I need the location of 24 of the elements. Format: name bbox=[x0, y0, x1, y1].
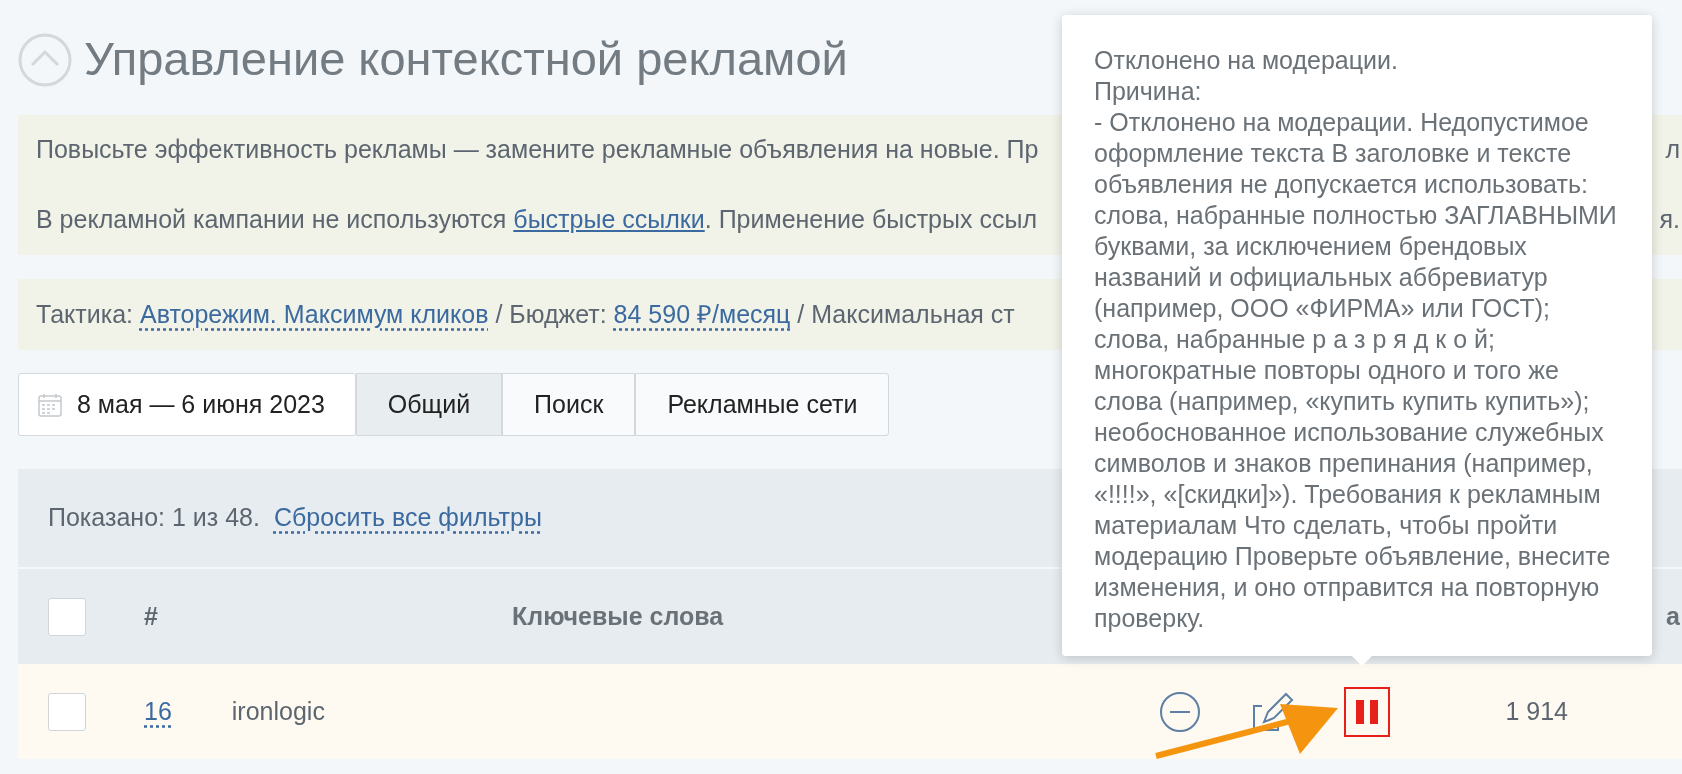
segment-tab[interactable]: Рекламные сети bbox=[635, 373, 890, 436]
link[interactable]: 84 590 ₽/месяц bbox=[613, 299, 791, 328]
value-cell-text: 1 914 bbox=[1505, 695, 1568, 727]
notice-text: я. bbox=[1659, 204, 1680, 236]
tooltip-text: Причина: bbox=[1094, 76, 1203, 107]
segment-tab[interactable]: Общий bbox=[355, 373, 503, 436]
link[interactable]: быстрые ссылки bbox=[513, 205, 705, 234]
keyword-cell-text: ironlogic bbox=[231, 695, 325, 727]
segment-tab[interactable]: Поиск bbox=[502, 373, 636, 436]
row-number-link[interactable]: 16 bbox=[144, 692, 172, 731]
page-title: Управление контекстной рекламой bbox=[84, 31, 848, 88]
notice-text: Повысьте эффективность рекламы — замените рекламные объявления на новые. Пр bbox=[36, 134, 1039, 166]
link[interactable]: Авторежим. Максимум кликов bbox=[139, 299, 489, 328]
column-header: # bbox=[144, 600, 159, 632]
date-range-picker[interactable]: 8 мая — 6 июня 2023 bbox=[18, 373, 356, 436]
column-header: а bbox=[1666, 600, 1680, 632]
notice-text: В рекламной кампании не используются быстрые ссылки. Применение быстрых ссыл bbox=[36, 204, 1037, 236]
tooltip-text: Отклонено на модерации. bbox=[1094, 45, 1399, 76]
reset-filters-link[interactable]: Сбросить все фильтры bbox=[273, 499, 542, 537]
notice-text: л bbox=[1665, 134, 1680, 166]
tooltip-text: - Отклонено на модерации. Недопустимое оформление текста В заголовке и тексте объявления не допускается использовать: слова, набранные полностью ЗАГЛАВНЫМИ буквами, за исключением брендовых названий и официальных аббревиатур (например, ООО «ФИРМА» или ГОСТ); слова, набранные р а з р я д к о й; многократные повторы одного и того же слова (например, «купить купить купить»); необоснованное использование служебных символов и знаков препинания (например, «!!!!», «[скидки]»). Требования к рекламным материалам Что сделать, чтобы пройти модерацию Проверьте объявление, внесите изменения, и оно отправится на повторную проверку. bbox=[1094, 107, 1618, 634]
strategy-text: Тактика: Авторежим. Максимум кликов / Бюджет: 84 590 ₽/месяц / Максимальная ст bbox=[36, 298, 1015, 330]
results-count: Показано: 1 из 48. bbox=[48, 502, 260, 534]
column-header: Ключевые слова bbox=[512, 600, 724, 632]
